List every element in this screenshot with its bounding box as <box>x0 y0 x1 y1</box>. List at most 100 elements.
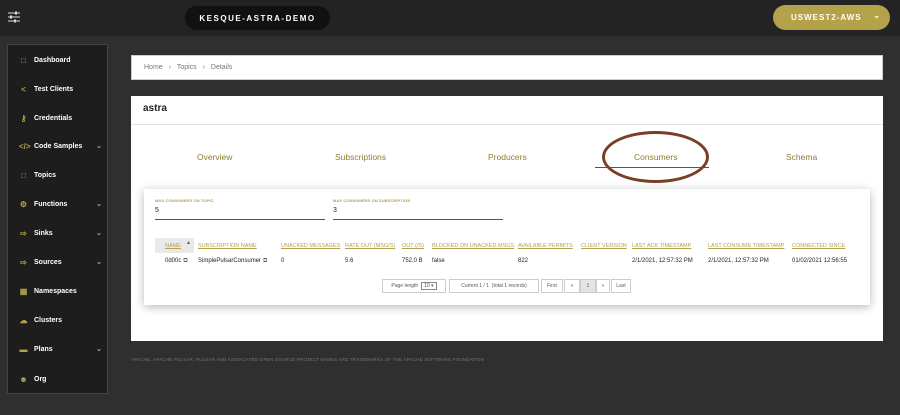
total-records-label: (total 1 records) <box>491 283 527 289</box>
sidebar-item-functions[interactable]: ⚙ Functions ⌄ <box>8 194 109 214</box>
highlight-annotation-circle <box>602 131 709 183</box>
sidebar-item-topics[interactable]: □ Topics <box>8 165 109 185</box>
cluster-name-pill: KESQUE-ASTRA-DEMO <box>185 6 330 30</box>
sidebar-item-plans[interactable]: ▬ Plans ⌄ <box>8 339 109 359</box>
field-label: MAX CONSUMERS ON SUBSCRIPTION <box>333 198 411 203</box>
chevron-down-icon: ⌄ <box>96 143 102 150</box>
table-cell-subscription-name: SimplePulsarConsumer ⧉ <box>198 258 267 265</box>
page-length-select[interactable]: 10 ▾ <box>421 282 437 290</box>
sidebar-item-dashboard[interactable]: □ Dashboard <box>8 50 109 70</box>
breadcrumb-separator: › <box>202 64 205 71</box>
credit-card-icon: ▬ <box>19 344 28 354</box>
table-cell-name: 0d00c ⧉ <box>165 258 188 265</box>
sidebar-item-credentials[interactable]: ⚷ Credentials <box>8 108 109 128</box>
sidebar-item-test-clients[interactable]: < Test Clients <box>8 79 109 99</box>
max-consumers-topic-field: MAX CONSUMERS ON TOPIC 5 <box>155 198 325 220</box>
monitor-icon: □ <box>21 55 26 65</box>
chevron-down-icon: ⌄ <box>96 346 102 353</box>
breadcrumb-home[interactable]: Home <box>144 64 163 71</box>
sidebar-item-sinks[interactable]: ⇨ Sinks ⌄ <box>8 223 109 243</box>
sidebar-item-label: Topics <box>34 171 57 179</box>
tab-producers[interactable]: Producers <box>488 152 527 162</box>
sidebar-item-clusters[interactable]: ☁ Clusters <box>8 310 109 330</box>
table-cell-last-ack: 2/1/2021, 12:57:32 PM <box>632 258 693 264</box>
current-page-info: Current 1 / 1 (total 1 records) <box>449 279 539 293</box>
current-page-label: Current 1 / 1 <box>461 283 489 289</box>
sidebar-item-label: Org <box>34 375 47 383</box>
copy-icon[interactable]: ⧉ <box>263 258 267 264</box>
sidebar-item-label: Clusters <box>34 316 63 324</box>
page-length-control: Page length 10 ▾ <box>382 279 446 293</box>
column-header-available-permits[interactable]: AVAILABLE PERMITS <box>518 243 573 249</box>
sidebar: □ Dashboard < Test Clients ⚷ Credentials… <box>7 44 108 394</box>
breadcrumb-topics[interactable]: Topics <box>177 64 197 71</box>
share-icon: < <box>21 84 26 94</box>
table-cell-connected-since: 01/02/2021 12:56:55 <box>792 258 848 264</box>
table-cell-unacked-messages: 0 <box>281 258 285 264</box>
region-label: USWEST2-AWS <box>791 13 862 22</box>
footer-trademark-notice: APACHE, APACHE PULSAR, PULSAR AND ASSOCI… <box>131 357 485 362</box>
column-header-subscription-name[interactable]: SUBSCRIPTION NAME <box>198 243 257 249</box>
sidebar-item-label: Functions <box>34 200 68 208</box>
field-label: MAX CONSUMERS ON TOPIC <box>155 198 214 203</box>
first-page-button[interactable]: First <box>541 279 563 293</box>
column-header-name[interactable]: NAME <box>165 243 181 249</box>
column-header-client-version[interactable]: CLIENT VERSION <box>581 243 627 249</box>
sidebar-item-label: Dashboard <box>34 56 71 64</box>
tab-schema[interactable]: Schema <box>786 152 817 162</box>
sidebar-item-label: Credentials <box>34 114 73 122</box>
tab-overview[interactable]: Overview <box>197 152 232 162</box>
sidebar-item-label: Plans <box>34 345 53 353</box>
chevron-down-icon: ⌄ <box>873 11 881 20</box>
prev-page-button[interactable]: « <box>564 279 580 293</box>
max-consumers-subscription-value: 3 <box>333 206 503 220</box>
sliders-menu-icon[interactable] <box>8 11 20 23</box>
table-cell-blocked: false <box>432 258 445 264</box>
key-icon: ⚷ <box>20 113 27 123</box>
table-cell-available-permits: 822 <box>518 258 529 264</box>
divider <box>131 124 883 125</box>
column-header-last-consume-timestamp[interactable]: LAST CONSUME TIMESTAMP <box>708 243 784 249</box>
code-icon: </> <box>19 141 31 151</box>
column-header-last-ack-timestamp[interactable]: LAST ACK TIMESTAMP <box>632 243 691 249</box>
cloud-icon: ☁ <box>19 315 28 325</box>
sidebar-item-label: Sinks <box>34 229 53 237</box>
page-title: astra <box>143 103 167 114</box>
column-header-rate-out[interactable]: RATE OUT (MSG/S) <box>345 243 395 249</box>
sidebar-item-code-samples[interactable]: </> Code Samples ⌄ <box>8 136 109 156</box>
page-length-value: 10 <box>424 283 430 289</box>
chevron-down-icon: ⌄ <box>96 201 102 208</box>
sink-icon: ⇨ <box>20 228 27 238</box>
source-icon: ⇨ <box>20 257 27 267</box>
sidebar-item-label: Sources <box>34 258 62 266</box>
last-page-button[interactable]: Last <box>611 279 631 293</box>
users-icon: ☻ <box>19 374 28 384</box>
consumers-panel: MAX CONSUMERS ON TOPIC 5 MAX CONSUMERS O… <box>144 189 870 305</box>
sort-ascending-icon[interactable]: ▲ <box>186 240 191 246</box>
sidebar-item-label: Namespaces <box>34 287 77 295</box>
sidebar-item-sources[interactable]: ⇨ Sources ⌄ <box>8 252 109 272</box>
sidebar-item-org[interactable]: ☻ Org <box>8 369 109 389</box>
page-number-button[interactable]: 1 <box>580 279 596 293</box>
consumer-name: 0d00c <box>165 258 182 264</box>
cogs-icon: ⚙ <box>19 199 28 209</box>
max-consumers-subscription-field: MAX CONSUMERS ON SUBSCRIPTION 3 <box>333 198 503 220</box>
region-selector[interactable]: USWEST2-AWS ⌄ <box>773 5 890 30</box>
column-header-unacked-messages[interactable]: UNACKED MESSAGES <box>281 243 340 249</box>
top-bar: KESQUE-ASTRA-DEMO USWEST2-AWS ⌄ <box>0 0 900 36</box>
next-page-button[interactable]: » <box>596 279 610 293</box>
tab-subscriptions[interactable]: Subscriptions <box>335 152 386 162</box>
chevron-down-icon: ⌄ <box>96 230 102 237</box>
sidebar-item-namespaces[interactable]: ▦ Namespaces <box>8 281 109 301</box>
chevron-down-icon: ⌄ <box>96 259 102 266</box>
breadcrumb-bar: Home › Topics › Details <box>131 55 883 80</box>
breadcrumb-details: Details <box>210 64 233 71</box>
breadcrumb-separator: › <box>168 64 171 71</box>
column-header-blocked-on-unacked[interactable]: BLOCKED ON UNACKED MSGS <box>432 243 514 249</box>
folder-icon: □ <box>21 170 26 180</box>
sidebar-item-label: Test Clients <box>34 85 74 93</box>
copy-icon[interactable]: ⧉ <box>183 258 187 264</box>
column-header-out[interactable]: OUT (/S) <box>402 243 424 249</box>
breadcrumb: Home › Topics › Details <box>144 64 236 71</box>
column-header-connected-since[interactable]: CONNECTED SINCE <box>792 243 845 249</box>
